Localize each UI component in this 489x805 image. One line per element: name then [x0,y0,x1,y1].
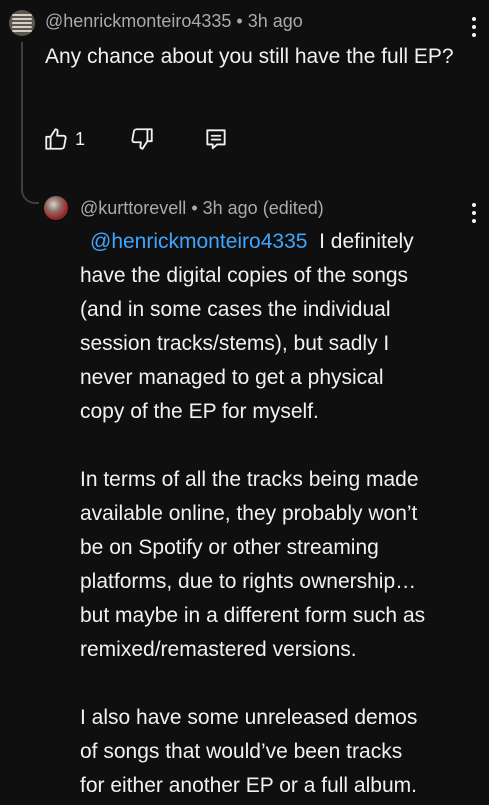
reply-line: be on Spotify or other streaming [80,536,379,559]
parent-comment-handle[interactable]: @henrickmonteiro4335 [45,11,231,31]
comment-thread: @henrickmonteiro4335 • 3h ago Any chance… [0,0,489,805]
reply-line: for either another EP or a full album. [80,774,417,797]
dislike-button[interactable] [129,124,155,154]
like-count: 1 [75,128,86,149]
reply-line: of songs that would’ve been tracks [80,740,403,763]
reply-comment-icon [206,129,226,150]
reply-line: never managed to get a physical [80,366,384,389]
reply-commenter-avatar[interactable] [44,196,68,220]
reply-line: I also have some unreleased demos [80,706,418,729]
reply-line: (and in some cases the individual [80,298,391,321]
reply-line: remixed/remastered versions. [80,638,357,661]
like-button[interactable]: 1 [43,124,85,154]
reply-line: copy of the EP for myself. [80,400,319,423]
reply-comment-time: 3h ago [202,198,258,218]
reply-comment-handle[interactable]: @kurttorevell [80,198,186,218]
parent-comment-text: Any chance about you still have the full… [45,45,454,68]
reply-comment-meta: @kurttorevell • 3h ago (edited) [80,198,324,219]
mention-link[interactable]: @henrickmonteiro4335 [90,230,307,253]
parent-comment-time: 3h ago [247,11,303,31]
more-vertical-icon [472,17,476,21]
reply-line: session tracks/stems), but sadly I [80,332,390,355]
meta-separator: • [191,198,203,218]
parent-comment-meta: @henrickmonteiro4335 • 3h ago [45,11,303,32]
reply-line: In terms of all the tracks being made [80,468,419,491]
meta-separator: • [236,11,248,31]
reply-line: platforms, due to rights ownership… [80,570,417,593]
edited-label: (edited) [262,198,324,218]
reply-more-button[interactable] [466,200,482,226]
reply-line: @henrickmonteiro4335 I definitely [90,230,414,253]
reply-line: but maybe in a different form such as [80,604,426,627]
reply-line: available online, they probably won’t [80,502,418,525]
parent-more-button[interactable] [466,14,482,40]
reply-comment-text: @henrickmonteiro4335 I definitely have t… [80,225,470,803]
thumbs-down-icon [131,128,153,150]
more-vertical-icon [472,203,476,207]
thread-connector-line [21,42,39,204]
parent-commenter-avatar[interactable] [9,10,35,36]
reply-line: have the digital copies of the songs [80,264,409,287]
reply-button[interactable] [203,124,229,154]
parent-comment-actions: 1 [43,124,303,154]
thumbs-up-icon [45,128,67,150]
